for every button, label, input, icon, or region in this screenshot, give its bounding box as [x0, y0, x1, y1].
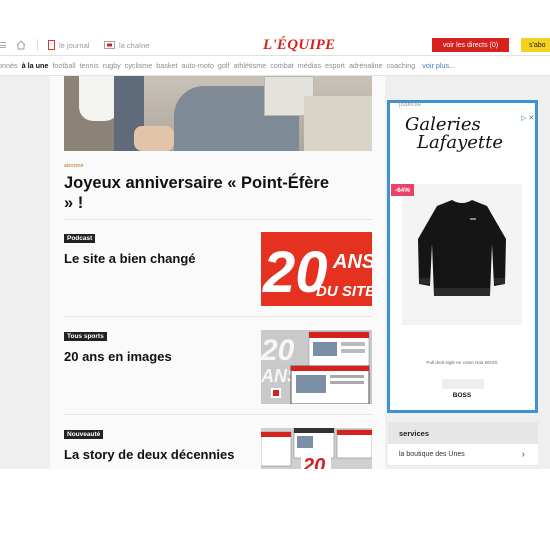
- ad-product-card[interactable]: [402, 184, 522, 325]
- main-column: abonné Joyeux anniversaire « Point-Éfère…: [50, 76, 385, 469]
- article-title[interactable]: 20 ans en images: [64, 349, 172, 364]
- abonner-button[interactable]: s'abo: [521, 38, 550, 52]
- lequipe-logo[interactable]: L'ÉQUIPE: [263, 37, 335, 54]
- product-brand: BOSS: [452, 392, 472, 399]
- article-card[interactable]: Nouveauté La story de deux décennies 20: [64, 428, 372, 469]
- hero-image[interactable]: [64, 76, 372, 151]
- voir-plus-link[interactable]: voir plus...: [422, 61, 455, 70]
- ad-label: publicité: [399, 102, 422, 108]
- article-tag: Nouveauté: [64, 430, 104, 439]
- galeries-lafayette-logo[interactable]: Galeries Lafayette: [405, 116, 525, 152]
- article-thumbnail[interactable]: 20: [261, 428, 372, 469]
- thumb-ans: ANS: [332, 251, 372, 273]
- article-title[interactable]: Le site a bien changé: [64, 251, 196, 266]
- tv-icon: [104, 40, 115, 49]
- sport-nav-bar: onnés à la unefootball tennis rugby cyclisme…: [0, 56, 550, 76]
- newspaper-icon: [48, 40, 55, 50]
- chevron-right-icon: ›: [521, 449, 525, 460]
- product-caption: Pull droit siglé en coton Noir BOSS: [426, 360, 498, 365]
- discount-badge: -64%: [391, 184, 414, 196]
- nav-item[interactable]: golf: [218, 61, 230, 70]
- abonne-label: abonné: [64, 163, 84, 169]
- nav-item[interactable]: football: [52, 61, 75, 70]
- nav-item[interactable]: à la une: [22, 61, 49, 70]
- voir-les-directs-button[interactable]: voir les directs (0): [432, 38, 509, 52]
- article-card[interactable]: Tous sports 20 ans en images 20 ANS: [64, 330, 372, 420]
- nav-item[interactable]: athlétisme: [233, 61, 266, 70]
- le-journal-link[interactable]: le journal: [48, 34, 89, 56]
- browser-viewport: le journal la chaîne L'ÉQUIPE voir les d…: [0, 34, 550, 469]
- article-thumbnail[interactable]: 20 ANS DU SITE: [261, 232, 372, 306]
- thumb-du-site: DU SITE: [316, 283, 372, 300]
- home-icon[interactable]: [16, 34, 26, 56]
- ad-cta-button[interactable]: [442, 379, 484, 389]
- nav-item[interactable]: combat: [270, 61, 294, 70]
- nav-item[interactable]: rugby: [103, 61, 121, 70]
- top-header: le journal la chaîne L'ÉQUIPE voir les d…: [0, 34, 550, 56]
- nav-item[interactable]: esport: [325, 61, 345, 70]
- nav-item[interactable]: médias: [298, 61, 321, 70]
- services-item-boutique[interactable]: la boutique des Unes ›: [388, 444, 538, 466]
- nav-item[interactable]: auto-moto: [181, 61, 213, 70]
- divider: [64, 316, 372, 317]
- nav-list: onnés à la unefootball tennis rugby cyclisme…: [0, 61, 419, 70]
- la-chaine-link[interactable]: la chaîne: [104, 34, 149, 56]
- nav-item[interactable]: cyclisme: [125, 61, 153, 70]
- nav-item[interactable]: tennis: [80, 61, 99, 70]
- article-title[interactable]: La story de deux décennies: [64, 447, 235, 462]
- thumb-number: 20: [302, 455, 325, 469]
- article-card[interactable]: Podcast Le site a bien changé 20 ANS DU …: [64, 232, 372, 322]
- nav-item[interactable]: adrénaline: [349, 61, 383, 70]
- logo-line-2: Lafayette: [417, 132, 504, 153]
- sweater-image: [418, 200, 506, 296]
- le-journal-label: le journal: [59, 40, 90, 50]
- thumb-number: 20: [261, 334, 295, 367]
- article-tag: Podcast: [64, 234, 96, 243]
- article-tag: Tous sports: [64, 332, 107, 341]
- hero-title[interactable]: Joyeux anniversaire « Point-Éfère » !: [64, 173, 334, 213]
- divider: [64, 414, 372, 415]
- hamburger-menu-icon[interactable]: [0, 34, 8, 56]
- article-thumbnail[interactable]: 20 ANS: [261, 330, 372, 404]
- nav-item[interactable]: coaching: [387, 61, 416, 70]
- la-chaine-label: la chaîne: [119, 40, 150, 50]
- nav-item[interactable]: basket: [156, 61, 177, 70]
- divider: [64, 219, 372, 220]
- services-heading: services: [388, 422, 538, 444]
- services-item-label: la boutique des Unes: [399, 451, 465, 458]
- nav-item[interactable]: onnés: [0, 61, 18, 70]
